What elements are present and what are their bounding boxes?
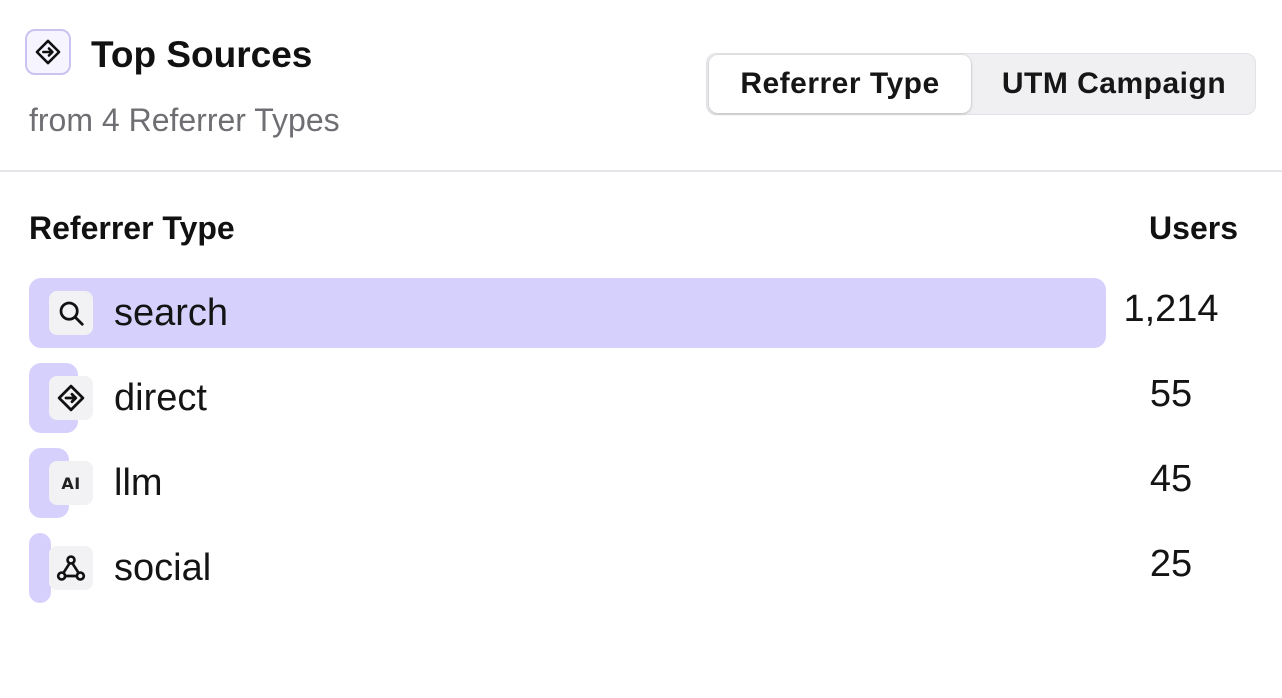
row-label: llm xyxy=(114,462,163,504)
table-row[interactable]: AI llm xyxy=(29,448,1251,518)
table-row[interactable]: search xyxy=(29,278,1251,348)
row-value: 1,214 xyxy=(1123,288,1219,330)
row-label: direct xyxy=(114,377,207,419)
direction-diamond-icon xyxy=(25,29,71,75)
tab-referrer-type[interactable]: Referrer Type xyxy=(709,55,971,113)
table-row[interactable]: social xyxy=(29,533,1251,603)
direction-diamond-icon xyxy=(49,376,93,420)
row-value: 45 xyxy=(1149,458,1193,500)
view-toggle: Referrer Type UTM Campaign xyxy=(706,53,1256,115)
row-value: 55 xyxy=(1149,373,1193,415)
card-title: Top Sources xyxy=(91,34,313,75)
card-subtitle: from 4 Referrer Types xyxy=(29,102,340,138)
search-icon xyxy=(49,291,93,335)
users-bar xyxy=(29,533,51,603)
row-label: search xyxy=(114,292,229,334)
card-header: Top Sources from 4 Referrer Types Referr… xyxy=(0,0,1282,172)
tab-utm-campaign[interactable]: UTM Campaign xyxy=(973,54,1255,114)
row-value: 25 xyxy=(1149,543,1193,585)
table-row[interactable]: direct xyxy=(29,363,1251,433)
ai-icon: AI xyxy=(49,461,93,505)
ai-icon-text: AI xyxy=(61,473,81,493)
column-header-users[interactable]: Users xyxy=(1149,208,1238,248)
share-nodes-icon xyxy=(49,546,93,590)
row-label: social xyxy=(114,547,212,589)
column-header-referrer-type[interactable]: Referrer Type xyxy=(29,208,235,248)
